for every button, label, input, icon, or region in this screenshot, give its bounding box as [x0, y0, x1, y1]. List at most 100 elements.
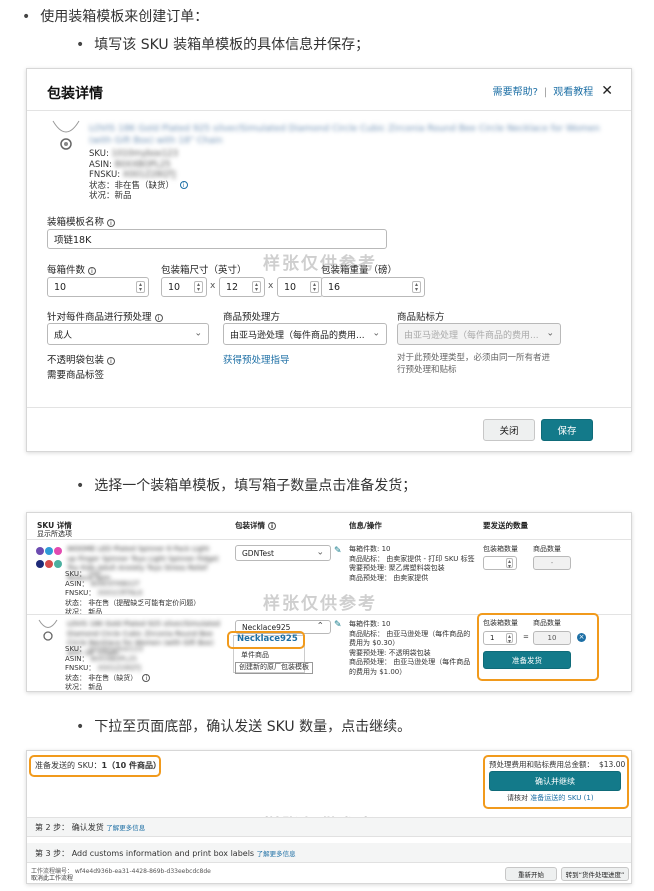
info-icon[interactable]: i — [107, 356, 116, 365]
necklace-product-image — [38, 619, 58, 641]
cancel-workflow-link[interactable]: 取消此工作流程 — [31, 875, 73, 882]
close-icon[interactable]: ✕ — [601, 83, 613, 99]
stepper-icon[interactable]: ▴ ▾ — [252, 281, 261, 293]
instruction-step-3: • 下拉至页面底部，确认发送 SKU 数量，点击继续。 — [76, 719, 412, 735]
box-dimensions-label: 包装箱尺寸（英寸） — [161, 265, 247, 276]
box-width-input[interactable]: 12 ▴ ▾ — [219, 277, 265, 297]
info-icon[interactable]: i — [142, 673, 151, 682]
chevron-down-icon: ⌄ — [372, 328, 380, 339]
step2-learn-more[interactable]: 了解更多信息 — [106, 824, 145, 832]
stepper-icon[interactable]: ▴ ▾ — [506, 633, 513, 645]
bullet-dot: • — [76, 478, 85, 494]
chevron-down-icon: ⌄ — [546, 328, 554, 339]
edit-icon[interactable]: ✎ — [334, 620, 342, 630]
fee-total-label: 预处理费用和贴标费用总金额： — [489, 760, 594, 769]
workflow-id: 工作流程编号： wf4e4d936b-ea31-4428-869b-d33eeb… — [31, 868, 211, 875]
chevron-down-icon: ⌄ — [316, 547, 324, 558]
row1-units-value: - — [533, 556, 571, 570]
stepper-icon[interactable]: ▴ ▾ — [194, 281, 203, 293]
info-icon[interactable]: i — [179, 181, 188, 189]
remove-icon[interactable]: × — [577, 633, 586, 642]
fee-total-value: $13.00 — [599, 760, 626, 769]
chevron-up-icon: ⌃ — [316, 621, 324, 632]
bullet-dot: • — [76, 37, 85, 53]
stepper-icon[interactable]: ▴ ▾ — [136, 281, 145, 293]
units-per-box-input[interactable]: 10 ▴ ▾ — [47, 277, 149, 297]
instruction-step-2: • 选择一个装箱单模板，填写箱子数量点击准备发货； — [76, 478, 417, 494]
label-by-label: 商品贴标方 — [397, 312, 445, 323]
watermark: 样张仅供参考 — [263, 254, 377, 274]
divider — [27, 539, 631, 540]
row1-units-header: 商品数量 — [533, 545, 561, 553]
divider — [27, 407, 631, 408]
bullet-dot: • — [22, 9, 31, 25]
info-icon[interactable]: i — [268, 522, 276, 530]
times-sign: x — [210, 281, 216, 291]
goto-shipment-progress-button[interactable]: 转到“货件处理进度” — [561, 867, 629, 881]
confirm-continue-button[interactable]: 确认并继续 — [489, 771, 621, 791]
close-button[interactable]: 关闭 — [483, 419, 535, 441]
modal-title: 包装详情 — [47, 86, 103, 102]
divider — [27, 110, 631, 111]
verify-skus-link[interactable]: 准备运送的 SKU (1) — [530, 794, 593, 802]
edit-icon[interactable]: ✎ — [334, 546, 342, 556]
row1-info: 每箱件数: 10 商品贴标： 由卖家提供 - 打印 SKU 标签 需要预处理: … — [349, 545, 475, 582]
stepper-icon[interactable]: ▴ ▾ — [412, 281, 421, 293]
stepper-icon[interactable]: ▴ ▾ — [310, 281, 319, 293]
show-options-link[interactable]: 显示所选项 — [37, 529, 72, 539]
row1-boxes-header: 包装箱数量 — [483, 545, 518, 553]
prepare-shipment-button[interactable]: 准备发货 — [483, 651, 571, 669]
box-height-input[interactable]: 10 ▴ ▾ — [277, 277, 323, 297]
bullet-dot: • — [76, 719, 85, 735]
row2-boxes-header: 包装箱数量 — [483, 619, 518, 627]
row1-boxes-input[interactable]: ▴ ▾ — [483, 556, 517, 570]
instruction-step-1: • 使用装箱模板来创建订单： — [22, 9, 209, 25]
chevron-down-icon: ⌄ — [194, 328, 202, 339]
row1-template-select[interactable]: GDNTest ⌄ — [235, 545, 331, 561]
prep-by-label: 商品预处理方 — [223, 312, 281, 323]
col-info-actions: 信息/操作 — [349, 521, 382, 530]
times-sign: x — [268, 281, 274, 291]
opaque-bag-text: 不透明袋包装 i — [47, 352, 116, 366]
row1-meta: SKU： 1KF ASIN： B0WXFMB02T FNSKU： X001CRT… — [65, 570, 201, 616]
info-icon[interactable]: i — [154, 313, 163, 322]
step3-learn-more[interactable]: 了解更多信息 — [257, 850, 296, 858]
row2-units-header: 商品数量 — [533, 619, 561, 627]
row2-boxes-input[interactable]: 1 ▴ ▾ — [483, 631, 517, 645]
step3-text: 第 3 步： Add customs information and print… — [35, 849, 296, 858]
prep-select[interactable]: 成人 ⌄ — [47, 323, 209, 345]
create-template-option[interactable]: 创建新的原厂包装模板 — [235, 662, 313, 674]
dropdown-option-necklace925[interactable]: Necklace925 — [237, 634, 298, 645]
save-button[interactable]: 保存 — [541, 419, 593, 441]
spinner-product-image — [36, 547, 62, 568]
tutorial-link[interactable]: 观看教程 — [553, 87, 593, 98]
units-per-box-label: 每箱件数 i — [47, 262, 97, 276]
prep-guide-link[interactable]: 获得预处理指导 — [223, 352, 290, 366]
row2-units-value: 10 — [533, 631, 571, 645]
box-weight-input[interactable]: 16 ▴ ▾ — [321, 277, 425, 297]
restart-button[interactable]: 重新开始 — [505, 867, 557, 881]
stepper-icon[interactable]: ▴ ▾ — [506, 558, 513, 570]
info-icon[interactable]: i — [107, 218, 116, 227]
step2-text: 第 2 步： 确认发货 了解更多信息 — [35, 823, 146, 832]
template-name-input[interactable]: 项链18K — [47, 229, 387, 249]
dropdown-option-single[interactable]: 单件商品 — [241, 651, 269, 661]
template-name-label: 装箱模板名称 i — [47, 214, 116, 228]
box-length-input[interactable]: 10 ▴ ▾ — [161, 277, 207, 297]
product-title[interactable]: LOVIS 18K Gold Plated 925 silver/Simulat… — [89, 123, 609, 147]
label-note: 对于此预处理类型，必须由同一所有者进行预处理和贴标 — [397, 353, 551, 375]
necklace-product-image — [52, 120, 80, 150]
packing-details-modal: 包装详情 需要帮助? | 观看教程 ✕ LOVIS 18K Gold Plated 9… — [26, 68, 632, 452]
modal-help-links: 需要帮助? | 观看教程 ✕ — [492, 83, 613, 99]
product-meta: SKU: 1010mybox123 ASIN: B0XXBOPL25 FNSKU… — [89, 149, 188, 202]
help-link[interactable]: 需要帮助? — [493, 87, 538, 98]
shipment-table: SKU 详情 显示所选项 包装详情 i 信息/操作 要发送的数量 WOOME LE… — [26, 512, 632, 692]
info-icon[interactable]: i — [88, 266, 97, 275]
watermark: 样张仅供参考 — [263, 594, 377, 614]
col-pack-details: 包装详情 i — [235, 520, 276, 531]
label-by-select[interactable]: 由亚马逊处理（每件商品的费用... ⌄ — [397, 323, 561, 345]
row2-info: 每箱件数: 10 商品贴标： 由亚马逊处理（每件商品的费用为 $0.30） 需要… — [349, 620, 471, 676]
needs-label-text: 需要商品标签 — [47, 370, 105, 381]
prep-by-select[interactable]: 由亚马逊处理（每件商品的费用... ⌄ — [223, 323, 387, 345]
col-qty-to-send: 要发送的数量 — [483, 521, 528, 530]
